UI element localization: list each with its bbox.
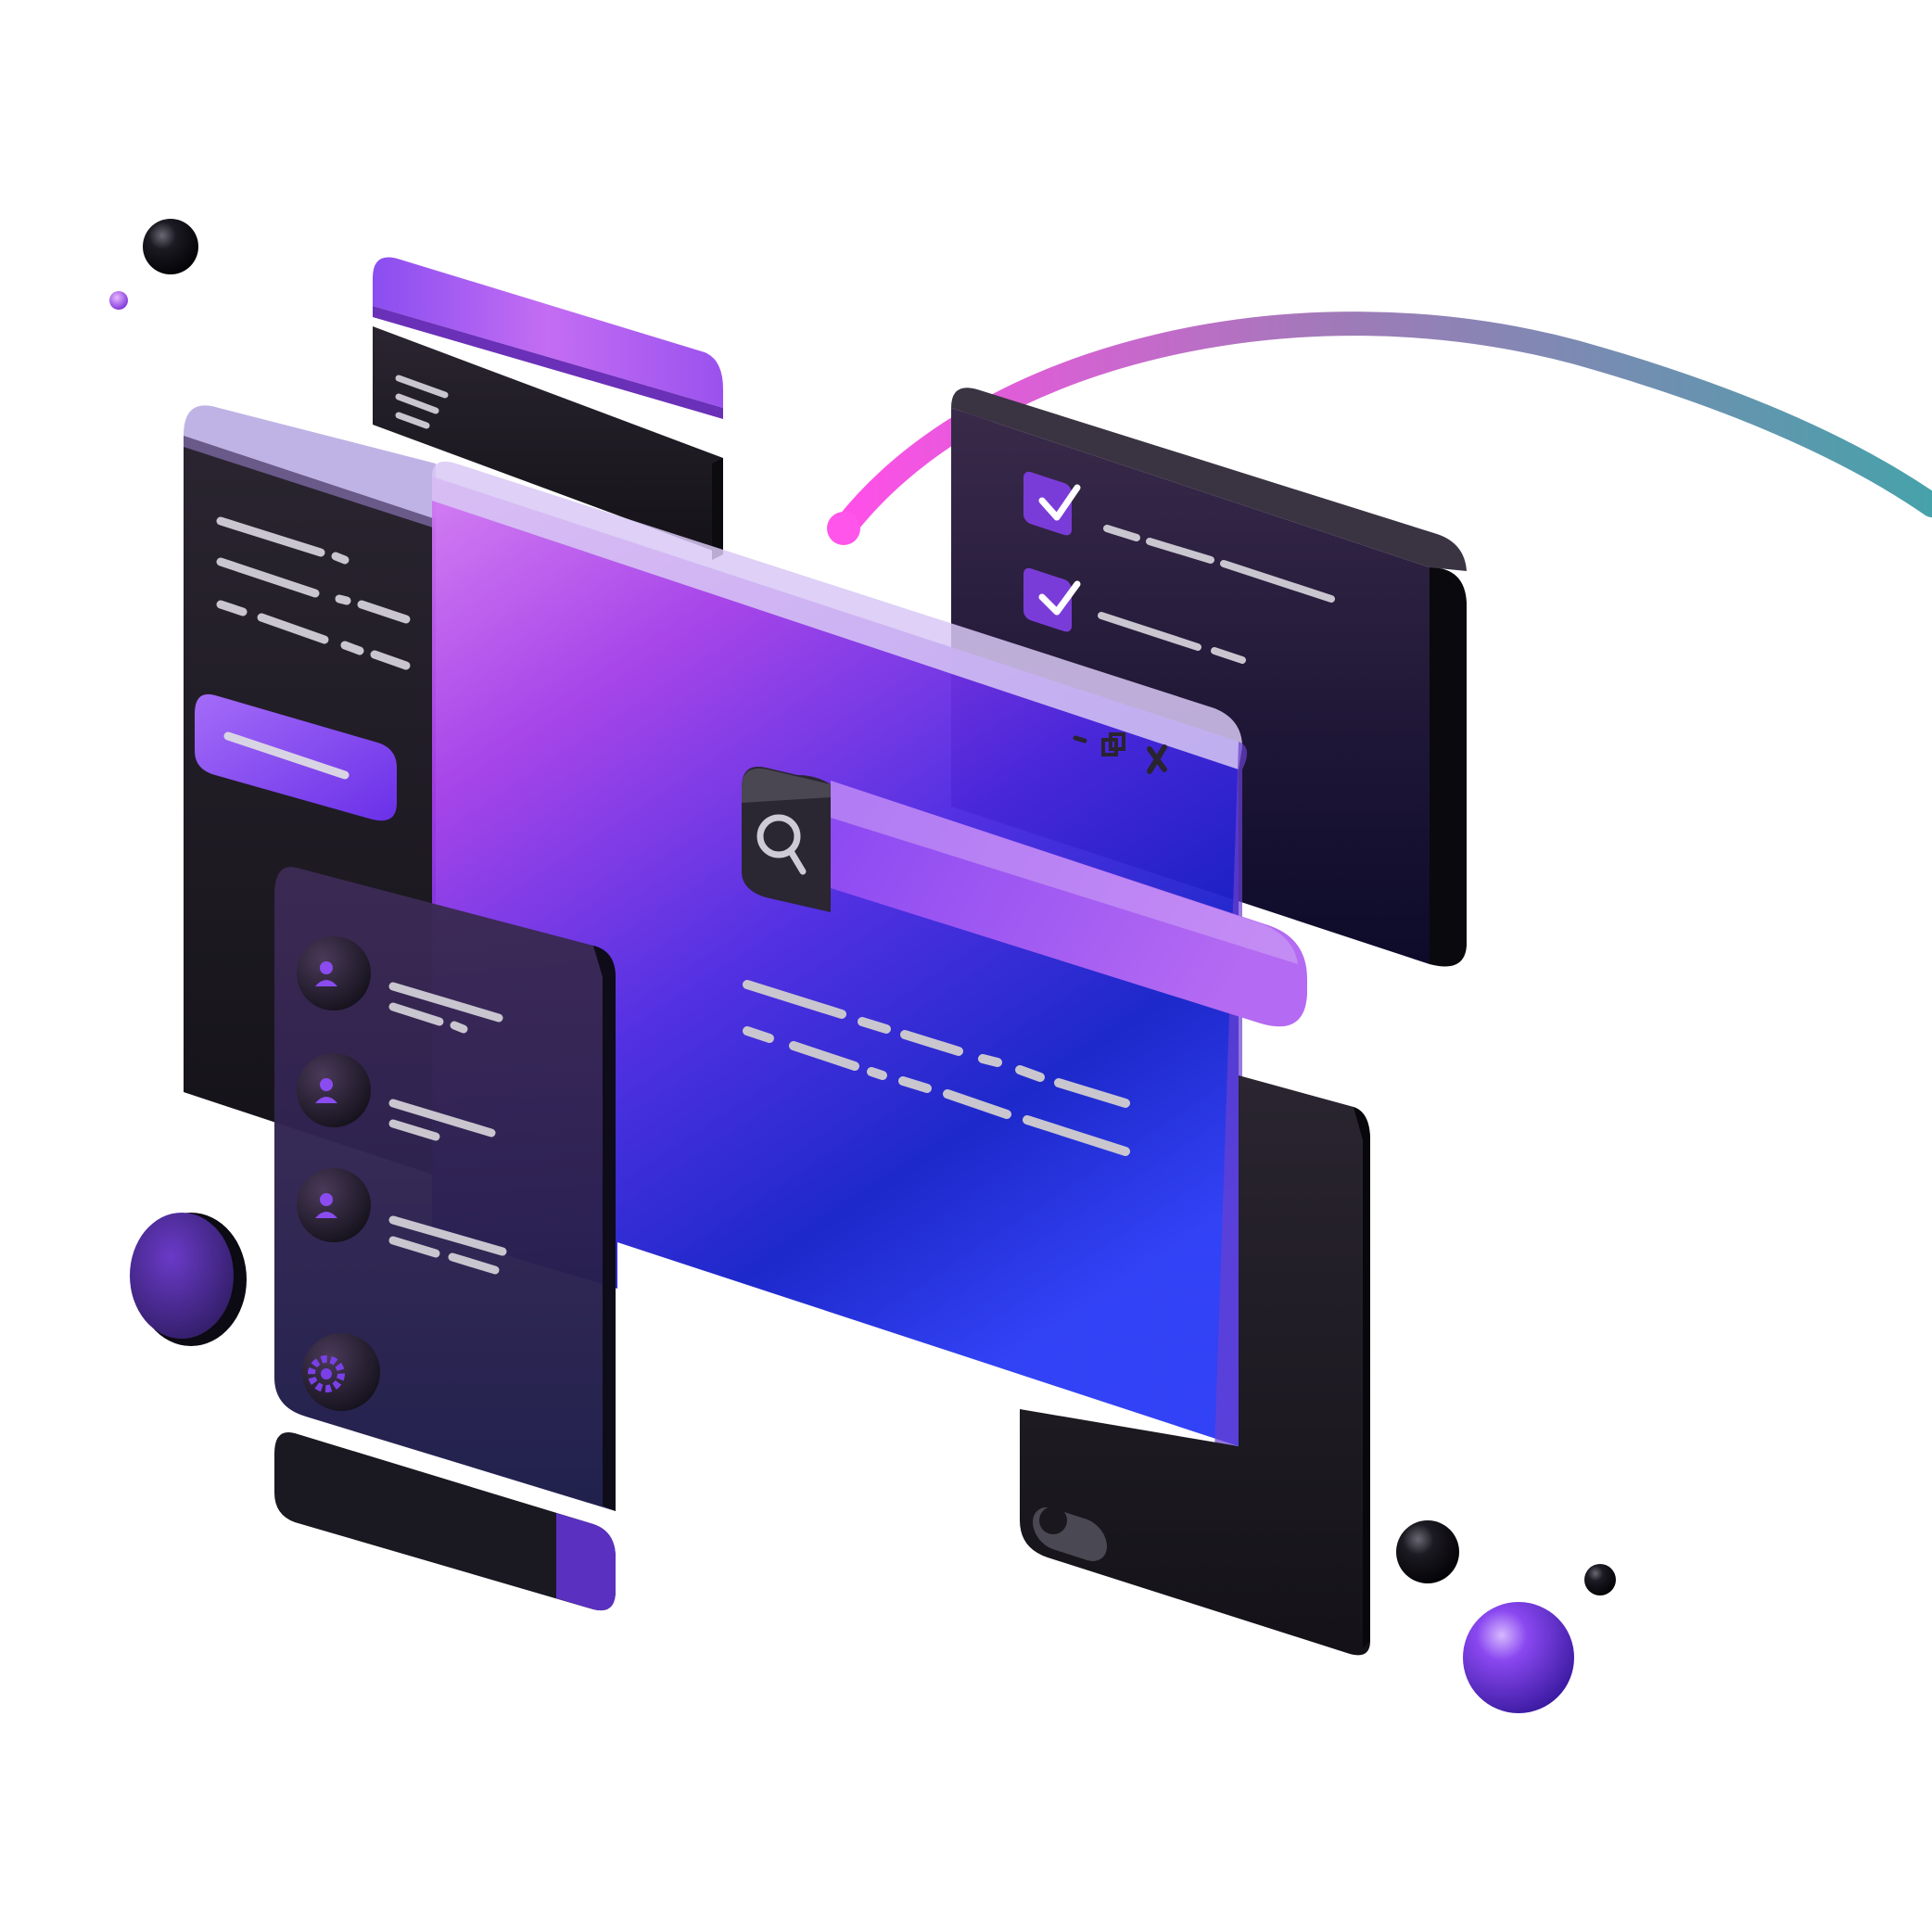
sidebar-item-settings[interactable] (302, 1333, 380, 1411)
arc-endpoint-glow (827, 512, 860, 545)
user-button[interactable] (297, 936, 371, 1010)
purple-sphere-large (1463, 1602, 1574, 1713)
illustration-stage (0, 0, 1932, 1932)
minimize-icon[interactable] (1073, 735, 1087, 744)
search-button[interactable] (742, 766, 831, 912)
isometric-ui-illustration (109, 219, 1932, 1713)
black-sphere-bottom-right (1396, 1520, 1459, 1583)
purple-disc (130, 1213, 247, 1346)
user-button[interactable] (297, 1168, 371, 1242)
user-button[interactable] (297, 1053, 371, 1127)
toggle-knob (1039, 1506, 1067, 1534)
black-sphere-top-left (143, 219, 198, 274)
sidebar-panel (274, 867, 616, 1611)
black-sphere-small (1584, 1564, 1616, 1595)
purple-sphere-tiny (109, 291, 128, 310)
